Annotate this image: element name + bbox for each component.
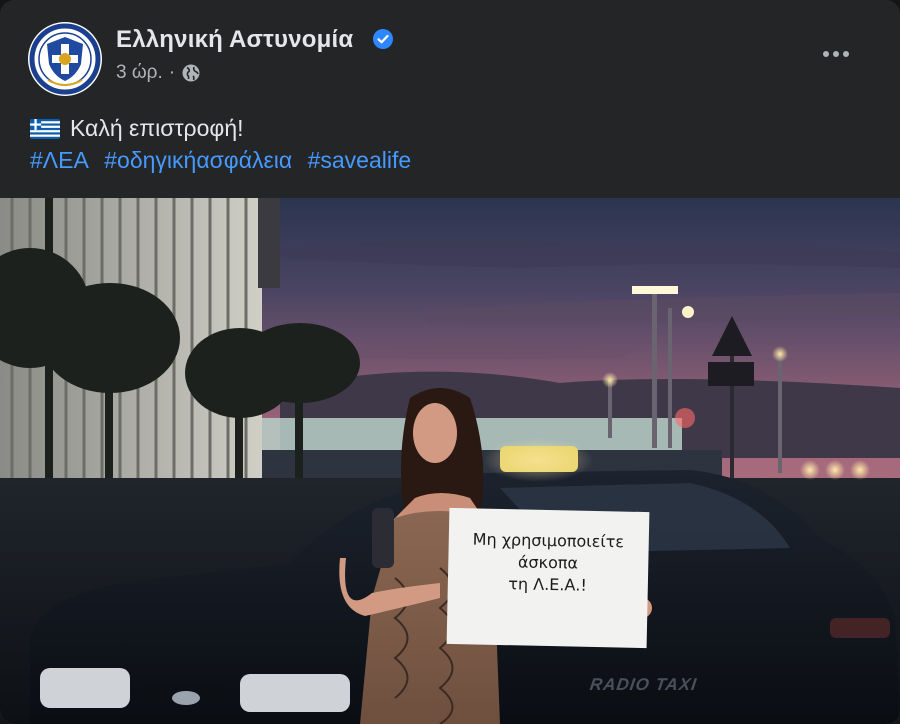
post-text: Καλή επιστροφή!: [70, 115, 244, 141]
greek-flag-icon: [30, 118, 60, 139]
taxi-door-text: RADIO TAXI: [588, 675, 699, 694]
hashtag-list: #ΛΕΑ #οδηγικήασφάλεια #savealife: [30, 147, 420, 174]
verified-badge-icon: [373, 29, 393, 49]
post-card: Ελληνική Αστυνομία 3 ώρ. · Καλή επιστροφ…: [0, 0, 900, 724]
sign-board-text: Μη χρησιμοποιείτε άσκοπα τη Λ.Ε.Α.!: [449, 528, 646, 597]
hashtag-link[interactable]: #ΛΕΑ: [30, 147, 89, 173]
police-emblem-icon: [29, 23, 101, 95]
dot-icon: [823, 51, 829, 57]
hashtag-link[interactable]: #οδηγικήασφάλεια: [104, 147, 292, 173]
dot-icon: [833, 51, 839, 57]
hashtag-link[interactable]: #savealife: [308, 147, 412, 173]
post-photo[interactable]: [0, 198, 900, 724]
dot-icon: [843, 51, 849, 57]
page-name[interactable]: Ελληνική Αστυνομία: [116, 26, 353, 54]
post-text-line: Καλή επιστροφή!: [30, 115, 244, 142]
globe-icon: [182, 64, 200, 82]
sign-line: Μη χρησιμοποιείτε: [472, 529, 625, 552]
post-timestamp[interactable]: 3 ώρ.: [116, 62, 163, 84]
meta-separator: ·: [168, 62, 176, 83]
post-meta: 3 ώρ. ·: [116, 62, 201, 84]
page-avatar[interactable]: [28, 22, 102, 96]
more-options-button[interactable]: [818, 40, 854, 68]
sign-line: τη Λ.Ε.Α.!: [508, 574, 588, 595]
